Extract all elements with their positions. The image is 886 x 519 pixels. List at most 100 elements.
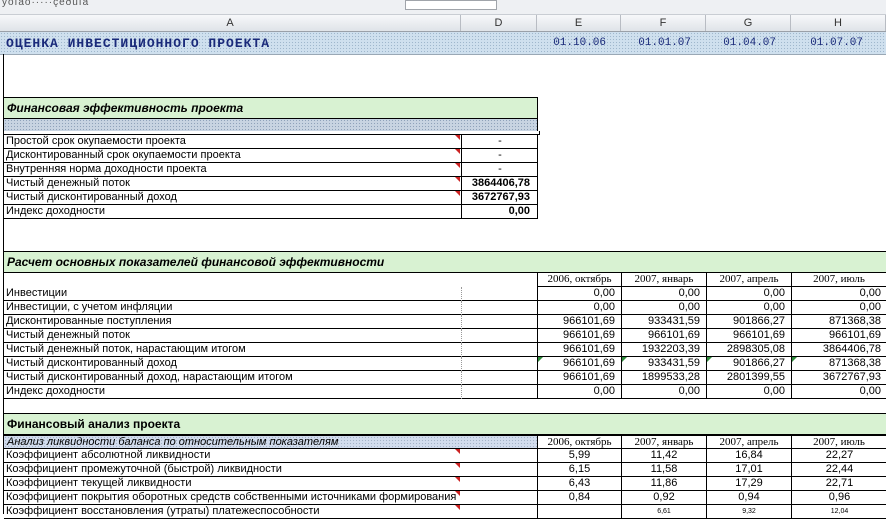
row-label[interactable]: Инвестиции	[4, 287, 461, 301]
row-label[interactable]: Чистый денежный поток, нарастающим итого…	[4, 343, 461, 357]
row-value[interactable]: -	[461, 163, 538, 177]
value-cell[interactable]: 0,94	[706, 491, 791, 505]
row-label[interactable]: Чистый дисконтированный доход	[4, 191, 461, 205]
value-cell[interactable]: 966101,69	[537, 329, 621, 343]
value-cell[interactable]: 5,99	[537, 449, 621, 463]
row-label[interactable]: Коэффициент восстановления (утраты) плат…	[4, 505, 461, 519]
row-value[interactable]: -	[461, 135, 538, 149]
value-cell[interactable]: 0,00	[621, 385, 706, 399]
period-header[interactable]: 2007, апрель	[706, 435, 791, 449]
value-cell[interactable]: 966101,69	[537, 315, 621, 329]
value-cell[interactable]: 22,71	[791, 477, 886, 491]
empty-cell[interactable]	[461, 329, 537, 343]
row-label[interactable]: Чистый дисконтированный доход, нарастающ…	[4, 371, 461, 385]
row-label[interactable]: Чистый денежный поток	[4, 329, 461, 343]
value-cell[interactable]: 966101,69	[537, 371, 621, 385]
value-cell[interactable]: 2898305,08	[706, 343, 791, 357]
value-cell[interactable]: 3672767,93	[791, 371, 886, 385]
value-cell[interactable]: 11,58	[621, 463, 706, 477]
value-cell[interactable]: 0,00	[621, 287, 706, 301]
row-value[interactable]: 3864406,78	[461, 177, 538, 191]
period-header[interactable]: 2007, январь	[621, 273, 706, 287]
column-header-a[interactable]: A	[0, 15, 461, 31]
value-cell[interactable]	[537, 505, 621, 519]
value-cell[interactable]: 6,15	[537, 463, 621, 477]
empty-cell[interactable]	[461, 371, 537, 385]
sheet-title[interactable]: ОЦЕНКА ИНВЕСТИЦИОННОГО ПРОЕКТА	[6, 36, 270, 51]
empty-cell[interactable]	[461, 357, 537, 371]
row-label[interactable]: Коэффициент абсолютной ликвидности	[4, 449, 461, 463]
column-header-d[interactable]: D	[461, 15, 537, 31]
value-cell[interactable]: 6,43	[537, 477, 621, 491]
value-cell[interactable]: 0,00	[537, 385, 621, 399]
row-label[interactable]: Коэффициент покрытия оборотных средств с…	[4, 491, 461, 505]
row-label[interactable]: Дисконтированный срок окупаемости проект…	[4, 149, 461, 163]
value-cell[interactable]: 1932203,39	[621, 343, 706, 357]
value-cell[interactable]: 0,00	[791, 385, 886, 399]
row-label[interactable]: Дисконтированные поступления	[4, 315, 461, 329]
column-header-h[interactable]: H	[791, 15, 886, 31]
period-header[interactable]: 2006, октябрь	[537, 435, 621, 449]
value-cell[interactable]: 0,00	[621, 301, 706, 315]
empty-cell[interactable]	[461, 301, 537, 315]
period-header[interactable]: 2006, октябрь	[537, 273, 621, 287]
row-label[interactable]: Внутренняя норма доходности проекта	[4, 163, 461, 177]
value-cell[interactable]: 22,44	[791, 463, 886, 477]
period-header[interactable]: 2007, апрель	[706, 273, 791, 287]
value-cell[interactable]: 0,92	[621, 491, 706, 505]
date-cell[interactable]: 01.01.07	[615, 37, 691, 49]
section-heading-efficiency[interactable]: Финансовая эффективность проекта	[3, 97, 538, 119]
empty-cell[interactable]	[461, 287, 537, 301]
value-cell[interactable]: 9,32	[706, 505, 791, 519]
value-cell[interactable]: 3864406,78	[791, 343, 886, 357]
value-cell[interactable]: 2801399,55	[706, 371, 791, 385]
period-header[interactable]: 2007, январь	[621, 435, 706, 449]
row-value[interactable]: -	[461, 149, 538, 163]
value-cell[interactable]: 966101,69	[791, 329, 886, 343]
value-cell[interactable]: 1899533,28	[621, 371, 706, 385]
section-heading-calculation[interactable]: Расчет основных показателей финансовой э…	[3, 251, 886, 273]
section-heading-analysis[interactable]: Финансовый анализ проекта	[3, 413, 886, 435]
value-cell[interactable]: 0,84	[537, 491, 621, 505]
value-cell[interactable]: 0,96	[791, 491, 886, 505]
empty-cell[interactable]	[461, 315, 537, 329]
row-label[interactable]: Инвестиции, с учетом инфляции	[4, 301, 461, 315]
column-header-g[interactable]: G	[706, 15, 791, 31]
empty-cell[interactable]	[461, 385, 537, 399]
value-cell[interactable]: 933431,59	[621, 357, 706, 371]
value-cell[interactable]: 966101,69	[537, 357, 621, 371]
date-cell[interactable]: 01.10.06	[530, 37, 606, 49]
value-cell[interactable]: 933431,59	[621, 315, 706, 329]
value-cell[interactable]: 0,00	[706, 385, 791, 399]
row-label[interactable]: Индекс доходности	[4, 205, 461, 219]
value-cell[interactable]: 0,00	[706, 301, 791, 315]
value-cell[interactable]: 6,61	[621, 505, 706, 519]
value-cell[interactable]: 11,86	[621, 477, 706, 491]
empty-cell[interactable]	[461, 343, 537, 357]
value-cell[interactable]: 966101,69	[537, 343, 621, 357]
row-label[interactable]: Простой срок окупаемости проекта	[4, 135, 461, 149]
row-value[interactable]: 0,00	[461, 205, 538, 219]
value-cell[interactable]: 17,01	[706, 463, 791, 477]
row-label[interactable]: Коэффициент промежуточной (быстрой) ликв…	[4, 463, 461, 477]
date-cell[interactable]: 01.07.07	[787, 37, 863, 49]
value-cell[interactable]: 871368,38	[791, 315, 886, 329]
value-cell[interactable]: 871368,38	[791, 357, 886, 371]
value-cell[interactable]: 0,00	[791, 287, 886, 301]
value-cell[interactable]: 0,00	[537, 301, 621, 315]
liquidity-subheading[interactable]: Анализ ликвидности баланса по относитель…	[3, 435, 538, 449]
value-cell[interactable]: 0,00	[706, 287, 791, 301]
value-cell[interactable]: 0,00	[537, 287, 621, 301]
period-header[interactable]: 2007, июль	[791, 435, 886, 449]
value-cell[interactable]: 0,00	[791, 301, 886, 315]
value-cell[interactable]: 966101,69	[621, 329, 706, 343]
period-header[interactable]: 2007, июль	[791, 273, 886, 287]
value-cell[interactable]: 901866,27	[706, 315, 791, 329]
value-cell[interactable]: 966101,69	[706, 329, 791, 343]
row-label[interactable]: Чистый дисконтированный доход	[4, 357, 461, 371]
column-header-f[interactable]: F	[621, 15, 706, 31]
value-cell[interactable]: 11,42	[621, 449, 706, 463]
name-box[interactable]	[405, 0, 497, 10]
value-cell[interactable]: 901866,27	[706, 357, 791, 371]
date-cell[interactable]: 01.04.07	[700, 37, 776, 49]
